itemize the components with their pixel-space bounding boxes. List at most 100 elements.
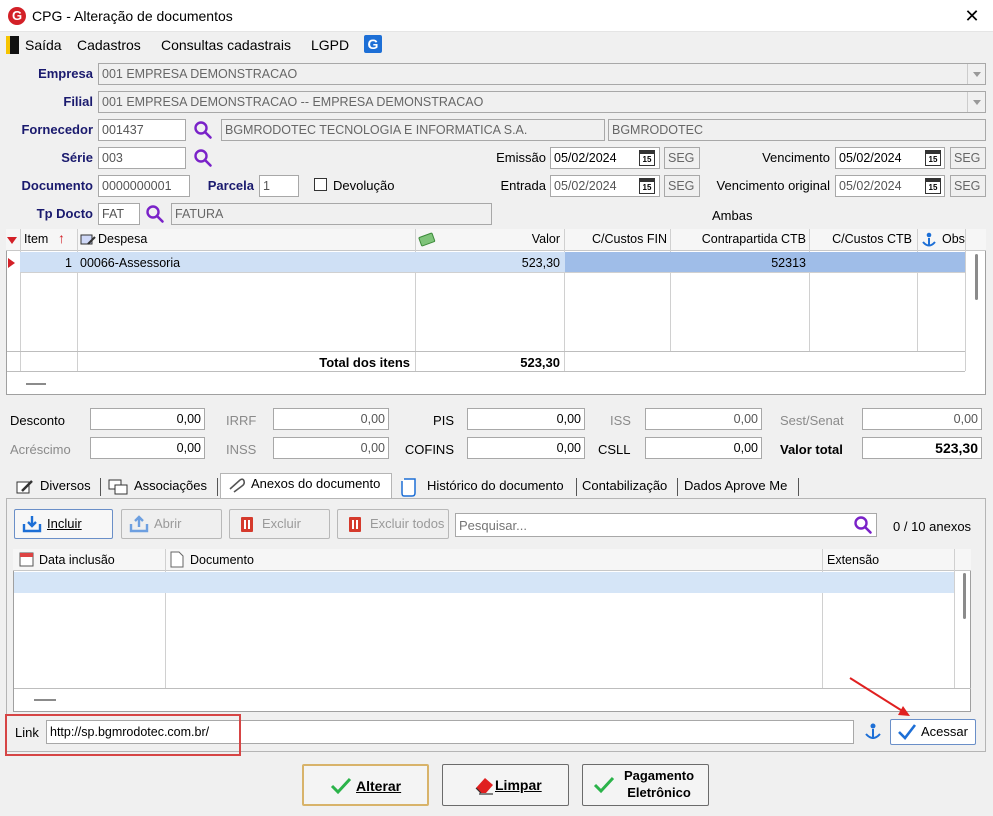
tab-associacoes[interactable]: Associações bbox=[134, 476, 207, 498]
menu-lgpd[interactable]: LGPD bbox=[311, 37, 349, 53]
tab-contabilizacao[interactable]: Contabilização bbox=[582, 476, 667, 498]
g-help-icon[interactable]: G bbox=[364, 35, 382, 53]
sort-asc-icon: ↑ bbox=[58, 230, 65, 246]
menu-consultas-cadastrais[interactable]: Consultas cadastrais bbox=[161, 37, 291, 53]
col-item[interactable]: Item bbox=[24, 232, 48, 246]
devolucao-checkbox[interactable] bbox=[314, 178, 327, 191]
calendar-icon[interactable]: 15 bbox=[639, 150, 655, 166]
search-icon[interactable] bbox=[145, 204, 165, 224]
eraser-icon bbox=[475, 778, 493, 795]
col-documento[interactable]: Documento bbox=[190, 553, 254, 567]
pis-label: PIS bbox=[433, 413, 454, 428]
calendar-icon[interactable]: 15 bbox=[925, 178, 941, 194]
row-valor: 523,30 bbox=[521, 256, 560, 270]
items-scrollbar[interactable] bbox=[975, 254, 978, 300]
documento-input[interactable]: 0000000001 bbox=[98, 175, 190, 197]
inss-input[interactable]: 0,00 bbox=[273, 437, 389, 459]
pagamento-eletronico-button[interactable]: Pagamento Eletrônico bbox=[582, 764, 709, 806]
col-obs[interactable]: Obs bbox=[942, 232, 966, 246]
excluir-todos-button[interactable]: Excluir todos bbox=[337, 509, 449, 539]
search-icon[interactable] bbox=[853, 515, 873, 535]
info-anchor-icon[interactable] bbox=[863, 722, 883, 742]
incluir-button[interactable]: Incluir bbox=[14, 509, 113, 539]
entrada-weekday: SEG bbox=[664, 175, 700, 197]
valor-total-input: 523,30 bbox=[862, 437, 982, 459]
entrada-label: Entrada bbox=[500, 178, 546, 193]
close-icon[interactable]: ✕ bbox=[960, 4, 984, 28]
acrescimo-input[interactable]: 0,00 bbox=[90, 437, 205, 459]
irrf-input[interactable]: 0,00 bbox=[273, 408, 389, 430]
col-despesa[interactable]: Despesa bbox=[98, 232, 147, 246]
abrir-button[interactable]: Abrir bbox=[121, 509, 222, 539]
list-item[interactable] bbox=[14, 572, 954, 593]
excluir-button[interactable]: Excluir bbox=[229, 509, 330, 539]
chevron-down-icon[interactable] bbox=[967, 64, 985, 84]
menu-saida[interactable]: Saída bbox=[25, 37, 62, 53]
calendar-icon[interactable]: 15 bbox=[925, 150, 941, 166]
sest-senat-input[interactable]: 0,00 bbox=[862, 408, 982, 430]
highlight-box bbox=[5, 714, 241, 756]
vencimento-original-weekday: SEG bbox=[950, 175, 986, 197]
alterar-button[interactable]: Alterar bbox=[302, 764, 429, 806]
red-arrow-annotation bbox=[849, 677, 910, 716]
vencimento-original-label: Vencimento original bbox=[716, 178, 830, 193]
cofins-input[interactable]: 0,00 bbox=[467, 437, 585, 459]
limpar-button[interactable]: Limpar bbox=[442, 764, 569, 806]
col-extensao[interactable]: Extensão bbox=[827, 553, 879, 567]
search-icon[interactable] bbox=[193, 148, 213, 168]
checkmark-icon bbox=[593, 776, 615, 794]
acessar-button[interactable]: Acessar bbox=[890, 719, 976, 745]
tab-diversos[interactable]: Diversos bbox=[40, 476, 91, 498]
row-pointer-icon bbox=[8, 258, 15, 268]
calendar-icon[interactable]: 15 bbox=[639, 178, 655, 194]
pencil-note-icon bbox=[16, 480, 33, 494]
col-ccustos-fin[interactable]: C/Custos FIN bbox=[565, 232, 667, 246]
trash-icon bbox=[349, 517, 361, 532]
col-contrapartida-ctb[interactable]: Contrapartida CTB bbox=[672, 232, 806, 246]
info-anchor-icon bbox=[922, 232, 936, 247]
sort-indicator-icon[interactable] bbox=[7, 237, 17, 244]
chevron-down-icon[interactable] bbox=[967, 92, 985, 112]
tab-dados-aprove-me[interactable]: Dados Aprove Me bbox=[684, 476, 787, 498]
iss-input[interactable]: 0,00 bbox=[645, 408, 762, 430]
desconto-input[interactable]: 0,00 bbox=[90, 408, 205, 430]
col-valor[interactable]: Valor bbox=[470, 232, 560, 246]
app-logo-icon: G bbox=[8, 7, 26, 25]
row-item: 1 bbox=[65, 256, 72, 270]
search-input[interactable] bbox=[455, 513, 877, 537]
scroll-history-icon bbox=[401, 478, 416, 497]
total-itens-value: 523,30 bbox=[520, 355, 560, 370]
tpdocto-code-input[interactable]: FAT bbox=[98, 203, 140, 225]
exit-door-icon[interactable] bbox=[6, 36, 19, 54]
upload-tray-icon bbox=[129, 515, 149, 533]
serie-input[interactable]: 003 bbox=[98, 147, 186, 169]
irrf-label: IRRF bbox=[226, 413, 257, 428]
csll-input[interactable]: 0,00 bbox=[645, 437, 762, 459]
documento-label: Documento bbox=[21, 178, 94, 193]
pis-input[interactable]: 0,00 bbox=[467, 408, 585, 430]
col-ccustos-ctb[interactable]: C/Custos CTB bbox=[812, 232, 912, 246]
fornecedor-short-field: BGMRODOTEC bbox=[608, 119, 986, 141]
row-contrapartida: 52313 bbox=[771, 256, 806, 270]
empresa-label: Empresa bbox=[38, 66, 93, 81]
items-hscrollbar[interactable] bbox=[26, 383, 46, 385]
emissao-weekday: SEG bbox=[664, 147, 700, 169]
paperclip-icon bbox=[229, 478, 246, 493]
vencimento-label: Vencimento bbox=[762, 150, 830, 165]
menu-cadastros[interactable]: Cadastros bbox=[77, 37, 141, 53]
search-icon[interactable] bbox=[193, 120, 213, 140]
tpdocto-label: Tp Docto bbox=[36, 206, 93, 221]
filial-combo[interactable]: 001 EMPRESA DEMONSTRACAO -- EMPRESA DEMO… bbox=[98, 91, 986, 113]
download-tray-icon bbox=[22, 516, 42, 533]
parcela-input[interactable]: 1 bbox=[259, 175, 299, 197]
acrescimo-label: Acréscimo bbox=[10, 442, 71, 457]
money-icon bbox=[418, 232, 436, 247]
empresa-combo[interactable]: 001 EMPRESA DEMONSTRACAO bbox=[98, 63, 986, 85]
tab-historico-documento[interactable]: Histórico do documento bbox=[427, 476, 564, 498]
col-data-inclusao[interactable]: Data inclusão bbox=[39, 553, 115, 567]
associations-icon bbox=[108, 479, 128, 495]
attachments-scrollbar[interactable] bbox=[963, 573, 966, 619]
fornecedor-code-input[interactable]: 001437 bbox=[98, 119, 186, 141]
attachments-hscrollbar[interactable] bbox=[34, 699, 56, 701]
window-title: CPG - Alteração de documentos bbox=[32, 8, 233, 24]
